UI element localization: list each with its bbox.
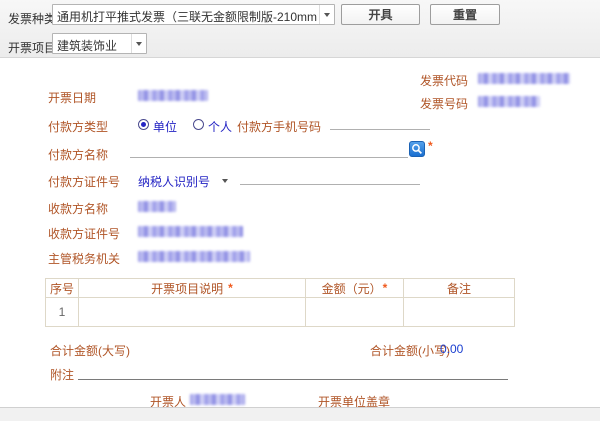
invoice-date-label: 开票日期 — [48, 89, 96, 106]
chevron-down-icon — [222, 179, 228, 186]
payer-name-required-marker: * — [428, 139, 433, 153]
chevron-down-icon — [131, 34, 146, 53]
total-amount-figures-value: 0.00 — [440, 342, 463, 356]
payee-name-value-redacted — [138, 201, 176, 212]
table-row-1-no: 1 — [46, 298, 79, 326]
invoice-number-value-redacted — [478, 96, 540, 107]
payer-type-label: 付款方类型 — [48, 118, 108, 135]
invoice-code-value-redacted — [478, 73, 570, 84]
notes-input[interactable] — [78, 367, 508, 380]
tax-authority-label: 主管税务机关 — [48, 250, 120, 267]
payer-name-search-button[interactable] — [409, 141, 425, 157]
payer-type-radio-individual[interactable] — [193, 119, 204, 130]
column-header-no-text: 序号 — [50, 280, 74, 297]
table-row-1-remark-input[interactable] — [404, 298, 514, 326]
chevron-down-icon — [319, 5, 334, 24]
description-required-marker: * — [228, 281, 233, 295]
column-header-amount-text: 金额（元） — [322, 280, 382, 297]
issuer-value-redacted — [190, 394, 245, 405]
invoice-type-select[interactable]: 通用机打平推式发票（三联无金额限制版-210mm×297m — [52, 4, 335, 25]
payer-type-radio-company-label[interactable]: 单位 — [153, 118, 177, 135]
search-icon — [410, 142, 424, 156]
invoice-number-label: 发票号码 — [420, 95, 468, 112]
footer-strip — [0, 407, 600, 421]
payer-type-radio-individual-label[interactable]: 个人 — [208, 118, 232, 135]
table-row-1-description-input[interactable] — [79, 298, 306, 326]
column-header-description: 开票项目说明 * — [79, 279, 306, 298]
payer-name-label: 付款方名称 — [48, 146, 108, 163]
payer-id-input[interactable] — [240, 172, 420, 185]
notes-label: 附注 — [50, 366, 74, 383]
payee-name-label: 收款方名称 — [48, 200, 108, 217]
tax-authority-value-redacted — [138, 251, 250, 262]
payee-id-value-redacted — [138, 226, 243, 237]
invoice-items-table: 序号 开票项目说明* 金额（元）* 备注 1 — [45, 278, 515, 327]
column-header-no: 序号 — [46, 279, 79, 298]
payee-id-label: 收款方证件号 — [48, 225, 120, 242]
amount-required-marker: * — [383, 281, 388, 295]
total-amount-figures-label: 合计金额(小写) — [370, 342, 450, 359]
payer-mobile-label: 付款方手机号码 — [237, 118, 321, 135]
issue-button[interactable]: 开具 — [341, 4, 420, 25]
payer-id-type-select[interactable]: 纳税人识别号 — [138, 173, 210, 190]
table-row-1-amount-input[interactable] — [306, 298, 404, 326]
invoice-type-selected-value: 通用机打平推式发票（三联无金额限制版-210mm×297m — [57, 8, 318, 25]
payer-name-input[interactable] — [130, 145, 408, 158]
payer-type-radio-company[interactable] — [138, 119, 149, 130]
column-header-amount: 金额（元）* — [306, 279, 404, 298]
payer-mobile-input[interactable] — [330, 117, 430, 130]
column-header-remark: 备注 — [404, 279, 514, 298]
invoice-code-label: 发票代码 — [420, 72, 468, 89]
column-header-description-text: 开票项目说明 — [151, 280, 223, 297]
toolbar: 发票种类: 通用机打平推式发票（三联无金额限制版-210mm×297m 开具 重… — [0, 0, 600, 58]
reset-button[interactable]: 重置 — [430, 4, 500, 25]
invoice-item-selected-value: 建筑装饰业 — [57, 37, 130, 54]
invoice-item-select[interactable]: 建筑装饰业 — [52, 33, 147, 54]
payer-id-label: 付款方证件号 — [48, 173, 120, 190]
column-header-remark-text: 备注 — [447, 280, 471, 297]
invoice-date-value-redacted — [138, 90, 208, 101]
total-amount-words-label: 合计金额(大写) — [50, 342, 130, 359]
invoice-issue-window: 发票种类: 通用机打平推式发票（三联无金额限制版-210mm×297m 开具 重… — [0, 0, 600, 421]
